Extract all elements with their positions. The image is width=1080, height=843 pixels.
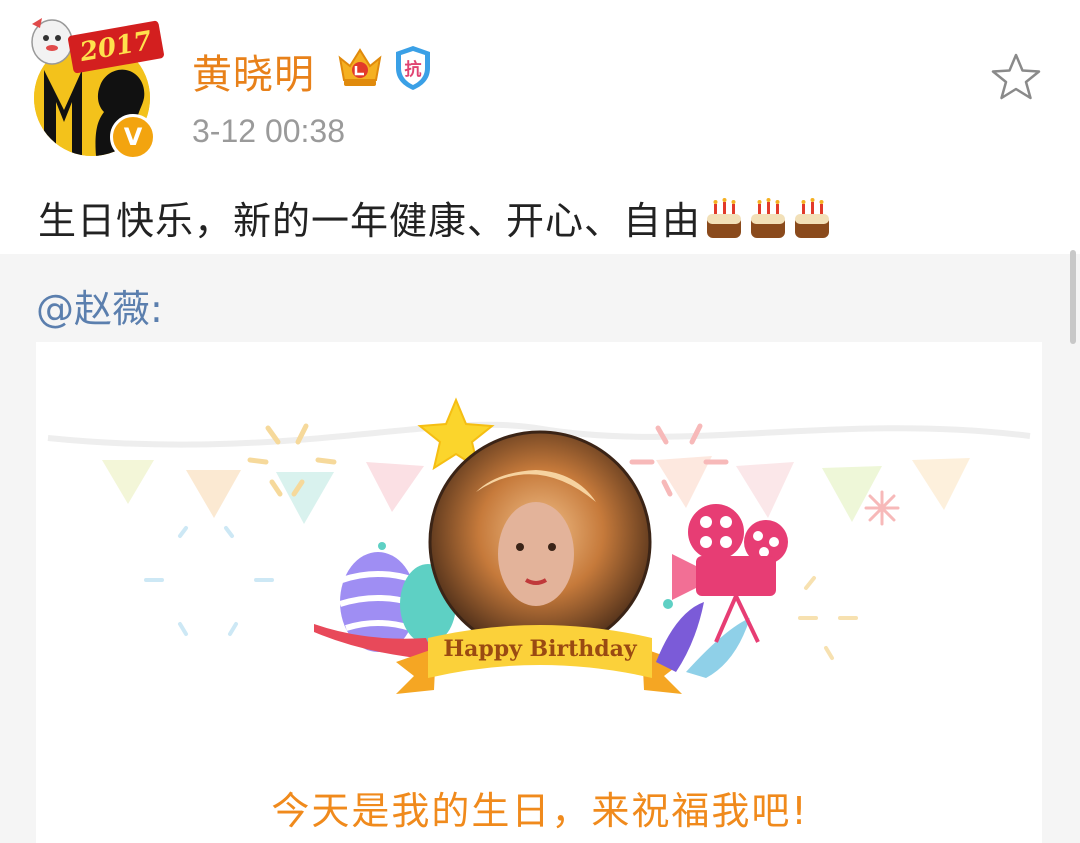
cake-icon (707, 198, 742, 238)
post-text: 生日快乐，新的一年健康、开心、自由 (38, 190, 833, 245)
post-header: 2017 V 黄晓明 抗 3-12 00:38 (0, 0, 1080, 180)
shield-kang-icon[interactable]: 抗 (392, 44, 434, 92)
birthday-card-illustration: Happy Birthday (47, 397, 1031, 694)
crown-vip-icon[interactable] (336, 44, 384, 90)
favorite-star-icon[interactable] (990, 52, 1042, 102)
happy-birthday-banner: Happy Birthday (443, 636, 638, 662)
cake-emoji-row (703, 198, 833, 242)
mention-colon: : (150, 287, 163, 331)
birthday-card[interactable]: Happy Birthday (36, 342, 1042, 843)
avatar[interactable]: 2017 V (26, 14, 165, 160)
scrollbar[interactable] (1070, 250, 1076, 344)
post-text-content: 生日快乐，新的一年健康、开心、自由 (38, 199, 702, 243)
post-timestamp: 3-12 00:38 (192, 113, 346, 149)
mention-link[interactable]: @赵薇 (36, 287, 150, 331)
shield-text: 抗 (405, 59, 422, 80)
username[interactable]: 黄晓明 (192, 42, 315, 100)
cake-icon (795, 198, 830, 238)
card-caption: 今天是我的生日，来祝福我吧! (271, 789, 809, 833)
cake-icon (751, 198, 786, 238)
repost-mention[interactable]: @赵薇: (36, 278, 163, 333)
verified-badge-icon: V (110, 114, 156, 160)
